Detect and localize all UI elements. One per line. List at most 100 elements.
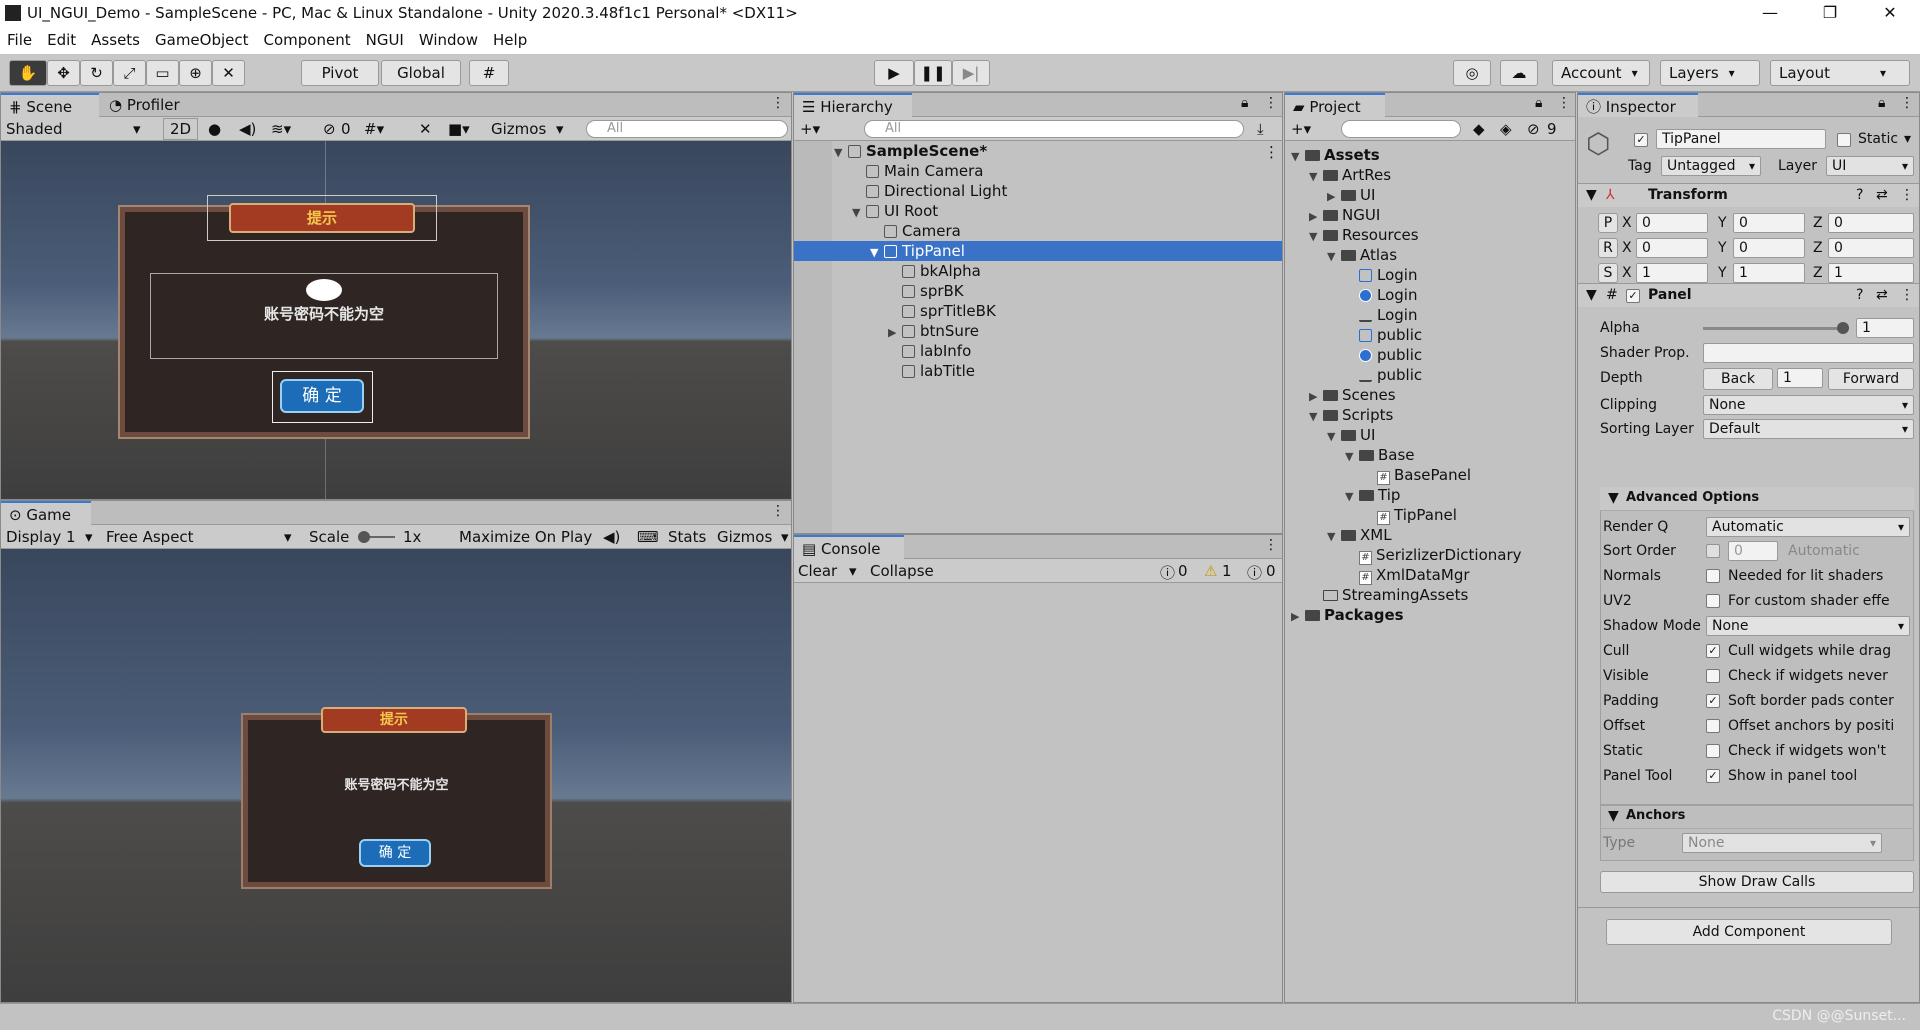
static-label[interactable]: Static <box>1858 129 1898 149</box>
cloud-icon[interactable]: ☁ <box>1500 60 1538 86</box>
expand-arrow-icon[interactable]: ▼ <box>852 203 866 223</box>
expand-arrow-icon[interactable]: ▶ <box>1327 187 1341 207</box>
project-item[interactable]: ▼ ArtRes <box>1285 165 1575 185</box>
project-item[interactable]: # XmlDataMgr <box>1285 565 1575 585</box>
project-item[interactable]: ▼ Resources <box>1285 225 1575 245</box>
rect-tool-icon[interactable]: ▭ <box>146 60 179 86</box>
grid-snap-icon[interactable]: # <box>469 60 509 86</box>
transform-help-icon[interactable]: ? <box>1856 185 1863 205</box>
project-search-input[interactable] <box>1341 120 1461 138</box>
layer-dropdown[interactable]: UI <box>1826 156 1914 176</box>
project-item[interactable]: ▼ Base <box>1285 445 1575 465</box>
project-item[interactable]: ▶ UI <box>1285 185 1575 205</box>
pivot-toggle[interactable]: Pivot <box>301 60 379 86</box>
maximize-on-play-toggle[interactable]: Maximize On Play <box>459 528 592 546</box>
hierarchy-item[interactable]: sprBK <box>794 281 1282 301</box>
tools-icon[interactable]: ✕ <box>419 120 432 138</box>
project-item[interactable]: # BasePanel <box>1285 465 1575 485</box>
maximize-button[interactable]: ❐ <box>1800 0 1860 26</box>
expand-arrow-icon[interactable]: ▼ <box>1345 487 1359 507</box>
hierarchy-menu-icon[interactable]: ⋮ <box>1264 95 1278 111</box>
scale-tool-icon[interactable]: ⤢ <box>113 60 146 86</box>
hierarchy-filter-icon[interactable]: ⤓ <box>1257 120 1264 138</box>
depth-forward-button[interactable]: Forward <box>1828 368 1914 390</box>
advanced-option-checkbox[interactable] <box>1706 719 1720 733</box>
project-item[interactable]: ▶ NGUI <box>1285 205 1575 225</box>
project-item[interactable]: ▼ XML <box>1285 525 1575 545</box>
hand-tool-icon[interactable]: ✋ <box>9 60 47 86</box>
expand-arrow-icon[interactable]: ▼ <box>870 243 884 263</box>
warning-icon[interactable]: ⚠ <box>1204 562 1217 580</box>
transform-tool-icon[interactable]: ⊕ <box>179 60 212 86</box>
project-item[interactable]: public <box>1285 345 1575 365</box>
hierarchy-item[interactable]: ▼ UI Root <box>794 201 1282 221</box>
collab-icon[interactable]: ◎ <box>1453 60 1491 86</box>
hierarchy-lock-icon[interactable]: 🔒︎ <box>1241 95 1248 111</box>
transform-x-field[interactable]: 0 <box>1636 213 1708 233</box>
tab-scene[interactable]: ⋕ Scene <box>1 93 99 117</box>
shader-prop-field[interactable] <box>1703 343 1914 363</box>
hierarchy-create-button[interactable]: +▾ <box>800 120 820 138</box>
keyboard-icon[interactable]: ⌨ <box>637 528 659 546</box>
depth-field[interactable]: 1 <box>1777 368 1823 388</box>
transform-menu-icon[interactable]: ⋮ <box>1900 185 1914 205</box>
project-item[interactable]: ▶ Packages <box>1285 605 1575 625</box>
menu-file[interactable]: File <box>7 31 32 49</box>
advanced-option-checkbox[interactable]: ✓ <box>1706 769 1720 783</box>
lighting-icon[interactable]: ● <box>208 120 221 138</box>
static-checkbox[interactable] <box>1837 133 1851 147</box>
audio-icon[interactable]: ◀) <box>239 120 256 138</box>
tab-game[interactable]: ⊙ Game <box>1 501 91 525</box>
error-icon[interactable]: ⓘ <box>1247 562 1262 583</box>
panel-menu-icon[interactable]: ⋮ <box>1900 285 1914 305</box>
tab-hierarchy[interactable]: ☰ Hierarchy <box>794 93 912 117</box>
minimize-button[interactable]: — <box>1740 0 1800 26</box>
hierarchy-search-input[interactable]: All <box>864 120 1244 138</box>
transform-x-field[interactable]: 0 <box>1636 238 1708 258</box>
expand-arrow-icon[interactable]: ▼ <box>1345 447 1359 467</box>
active-checkbox[interactable]: ✓ <box>1634 133 1648 147</box>
expand-arrow-icon[interactable]: ▼ <box>1327 527 1341 547</box>
scene-menu-icon[interactable]: ⋮ <box>771 95 785 111</box>
tab-inspector[interactable]: ⓘ Inspector <box>1578 93 1698 117</box>
effects-icon[interactable]: ≋▾ <box>271 120 291 138</box>
shading-dropdown[interactable]: Shaded <box>6 120 63 138</box>
project-create-button[interactable]: +▾ <box>1291 120 1311 138</box>
transform-key-r[interactable]: R <box>1598 238 1618 258</box>
display-dropdown[interactable]: Display 1 <box>6 528 76 546</box>
project-item[interactable]: ▼ UI <box>1285 425 1575 445</box>
project-item[interactable]: Login <box>1285 265 1575 285</box>
project-item[interactable]: # TipPanel <box>1285 505 1575 525</box>
expand-arrow-icon[interactable]: ▶ <box>1309 387 1323 407</box>
rotate-tool-icon[interactable]: ↻ <box>80 60 113 86</box>
account-dropdown[interactable]: Account <box>1552 60 1650 86</box>
console-menu-icon[interactable]: ⋮ <box>1264 537 1278 553</box>
transform-y-field[interactable]: 0 <box>1733 213 1805 233</box>
project-item[interactable]: Login <box>1285 305 1575 325</box>
transform-z-field[interactable]: 1 <box>1828 263 1914 283</box>
expand-arrow-icon[interactable]: ▼ <box>1309 227 1323 247</box>
menu-ngui[interactable]: NGUI <box>366 31 404 49</box>
tab-console[interactable]: ▤ Console <box>794 535 904 559</box>
hierarchy-item[interactable]: bkAlpha <box>794 261 1282 281</box>
advanced-option-checkbox[interactable] <box>1706 744 1720 758</box>
expand-arrow-icon[interactable]: ▼ <box>1291 147 1305 167</box>
search-by-type-icon[interactable]: ◆ <box>1473 120 1485 138</box>
panel-enabled-checkbox[interactable]: ✓ <box>1626 289 1640 303</box>
project-item[interactable]: public <box>1285 365 1575 385</box>
project-item[interactable]: ▼ Assets <box>1285 145 1575 165</box>
inspector-menu-icon[interactable]: ⋮ <box>1900 95 1914 111</box>
panel-component-header[interactable]: ▼ # ✓ Panel ? ⇄ ⋮ <box>1578 283 1919 307</box>
game-dialog-button[interactable]: 确 定 <box>359 839 431 867</box>
advanced-options-header[interactable]: ▼ Advanced Options <box>1600 487 1914 511</box>
global-toggle[interactable]: Global <box>381 60 461 86</box>
menu-edit[interactable]: Edit <box>47 31 76 49</box>
expand-arrow-icon[interactable]: ▶ <box>888 323 902 343</box>
transform-y-field[interactable]: 1 <box>1733 263 1805 283</box>
gizmos-dropdown[interactable]: Gizmos <box>491 120 546 138</box>
transform-presets-icon[interactable]: ⇄ <box>1876 185 1888 205</box>
project-item[interactable]: ▼ Tip <box>1285 485 1575 505</box>
menu-component[interactable]: Component <box>264 31 351 49</box>
project-item[interactable]: StreamingAssets <box>1285 585 1575 605</box>
show-draw-calls-button[interactable]: Show Draw Calls <box>1600 871 1914 893</box>
